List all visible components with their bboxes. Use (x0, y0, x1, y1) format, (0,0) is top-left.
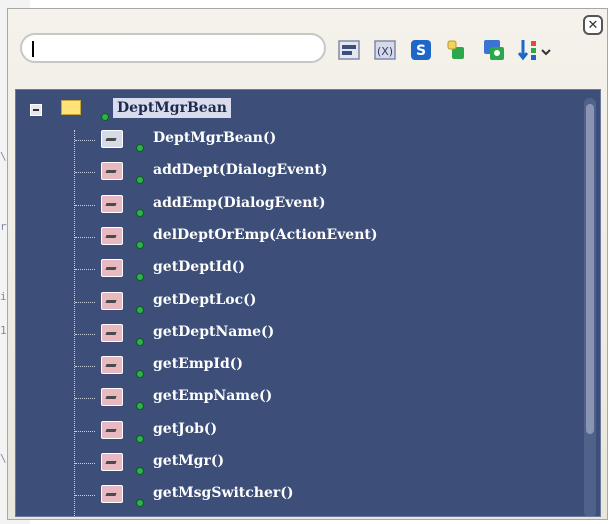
text-cursor (32, 41, 34, 57)
public-visibility-icon (137, 436, 143, 442)
inherited-members-icon (447, 40, 464, 59)
method-icon (101, 453, 123, 471)
tree-item-label: getEmpId() (153, 356, 244, 372)
method-icon (101, 195, 123, 213)
filters-icon (484, 40, 504, 60)
tree-item-row[interactable]: getMsgSwitcher() (16, 479, 576, 511)
public-visibility-icon (137, 468, 143, 474)
method-icon (101, 356, 123, 374)
svg-text:S: S (416, 43, 426, 59)
tree-item-label: getMgr() (153, 453, 225, 469)
inherited-members-button[interactable] (444, 37, 470, 63)
tree-connector-branch (75, 302, 95, 303)
method-icon (101, 485, 123, 503)
method-icon (101, 162, 123, 180)
tree-root-label: DeptMgrBean (113, 98, 231, 118)
tree-item-label: DeptMgrBean() (153, 130, 277, 146)
tree-item-row[interactable]: getJob() (16, 415, 576, 447)
scrollbar-thumb[interactable] (586, 104, 594, 434)
constructor-icon (101, 130, 123, 148)
tree-connector-branch (75, 334, 95, 335)
public-visibility-icon (137, 339, 143, 345)
tree-item-label: getDeptName() (153, 324, 275, 340)
filters-button[interactable] (480, 37, 506, 63)
close-button[interactable]: ✕ (583, 15, 603, 35)
tree-root-row[interactable]: DeptMgrBean (16, 94, 576, 126)
show-methods-icon (338, 40, 360, 60)
tree-item-row[interactable]: getMgr() (16, 447, 576, 479)
public-visibility-icon (137, 500, 143, 506)
public-visibility-icon (137, 371, 143, 377)
tree-connector-branch (75, 269, 95, 270)
tree-connector-branch (75, 495, 95, 496)
toolbar: (X) S (336, 37, 586, 67)
tree-item-label: getMsgSwitcher() (153, 485, 294, 501)
search-field[interactable] (20, 33, 326, 63)
vertical-scrollbar[interactable] (584, 98, 596, 516)
tree-item-label: addEmp(DialogEvent) (153, 195, 326, 211)
sort-button[interactable] (516, 37, 556, 63)
sort-icon (517, 40, 551, 61)
public-visibility-icon (137, 307, 143, 313)
tree-connector-branch (75, 366, 95, 367)
method-icon (101, 227, 123, 245)
tree-item-row[interactable]: DeptMgrBean() (16, 124, 576, 156)
tree-item-label: getEmpName() (153, 388, 273, 404)
show-methods-button[interactable] (336, 37, 362, 63)
public-visibility-icon (137, 274, 143, 280)
static-members-icon: S (411, 40, 431, 60)
method-icon (101, 388, 123, 406)
tree-item-label: getJob() (153, 421, 218, 437)
tree-item-row[interactable]: getDeptId() (16, 253, 576, 285)
tree-item-row[interactable]: getDeptLoc() (16, 286, 576, 318)
tree-connector-branch (75, 205, 95, 206)
collapse-toggle-icon[interactable] (30, 104, 42, 116)
show-fields-button[interactable]: (X) (372, 37, 398, 63)
tree-item-label: getDeptId() (153, 259, 246, 275)
class-icon (61, 100, 81, 115)
method-icon (101, 292, 123, 310)
tree-connector-branch (75, 398, 95, 399)
public-visibility-icon (137, 403, 143, 409)
structure-popup: (X) S ✕ DeptMgrBean DeptMgrBean() addDep… (7, 8, 608, 520)
public-visibility-icon (137, 242, 143, 248)
method-icon (101, 324, 123, 342)
tree-item-row[interactable]: addEmp(DialogEvent) (16, 189, 576, 221)
tree-item-row[interactable]: addDept(DialogEvent) (16, 156, 576, 188)
public-visibility-icon (102, 114, 108, 120)
tree-item-row[interactable]: getEmpName() (16, 382, 576, 414)
public-visibility-icon (137, 145, 143, 151)
show-fields-icon: (X) (374, 40, 396, 60)
method-icon (101, 259, 123, 277)
tree-item-label: addDept(DialogEvent) (153, 162, 328, 178)
tree-connector-branch (75, 431, 95, 432)
close-icon: ✕ (587, 17, 599, 33)
static-members-button[interactable]: S (408, 37, 434, 63)
tree-connector-branch (75, 463, 95, 464)
tree-item-label: delDeptOrEmp(ActionEvent) (153, 227, 378, 243)
tree-item-row[interactable]: delDeptOrEmp(ActionEvent) (16, 221, 576, 253)
search-input[interactable] (38, 38, 312, 60)
tree-connector-branch (75, 172, 95, 173)
tree-connector-branch (75, 140, 95, 141)
tree-item-label: getDeptLoc() (153, 292, 257, 308)
svg-text:(X): (X) (377, 45, 393, 58)
tree-connector-branch (75, 237, 95, 238)
public-visibility-icon (137, 177, 143, 183)
method-icon (101, 421, 123, 439)
tree-item-row[interactable]: getDeptName() (16, 318, 576, 350)
outline-tree[interactable]: DeptMgrBean DeptMgrBean() addDept(DialogE… (15, 89, 601, 517)
tree-item-row[interactable]: getTree() (16, 512, 576, 516)
tree-item-row[interactable]: getEmpId() (16, 350, 576, 382)
public-visibility-icon (137, 210, 143, 216)
